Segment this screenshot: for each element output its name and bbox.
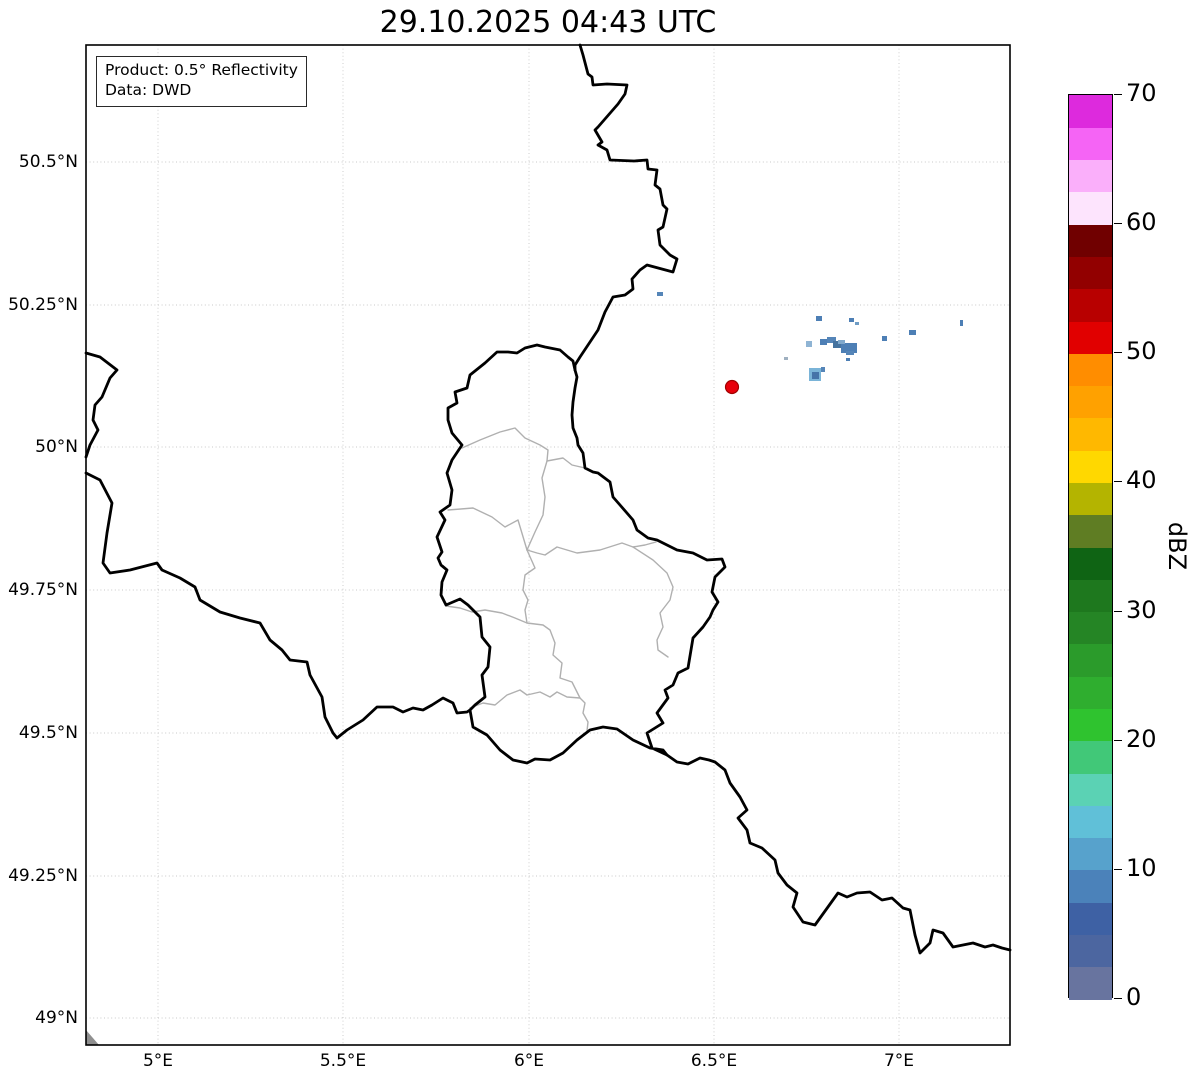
colorbar-segment: [1069, 288, 1112, 322]
colorbar-segment: [1069, 934, 1112, 968]
radar-echo-pixel: [960, 320, 963, 326]
colorbar-unit-label: dBZ: [1163, 521, 1191, 571]
country-border: [573, 43, 679, 372]
radar-site-marker: [724, 379, 740, 395]
colorbar-tick-label: 70: [1126, 78, 1157, 107]
y-tick-label: 49.75°N: [8, 580, 78, 600]
region-border: [469, 689, 581, 709]
colorbar-segment: [1069, 224, 1112, 258]
y-tick-label: 49°N: [35, 1008, 78, 1028]
radar-echo-pixel: [846, 358, 850, 361]
colorbar-segment: [1069, 353, 1112, 387]
radar-echo-pixel: [657, 292, 663, 296]
colorbar-segment: [1069, 611, 1112, 645]
colorbar-segment: [1069, 127, 1112, 161]
y-tick-label: 49.5°N: [18, 723, 78, 743]
corner-border-patch: [86, 1030, 99, 1045]
radar-echo-pixel: [846, 351, 854, 355]
radar-echo-pixel: [784, 357, 788, 360]
colorbar-segment: [1069, 417, 1112, 451]
colorbar-tick-mark: [1114, 610, 1122, 612]
colorbar-segment: [1069, 643, 1112, 677]
radar-echo-pixel: [849, 318, 854, 322]
radar-echo-pixel: [882, 336, 887, 341]
colorbar-tick-mark: [1114, 868, 1122, 870]
colorbar-segment: [1069, 902, 1112, 936]
colorbar-segment: [1069, 321, 1112, 354]
radar-echo-pixel: [821, 367, 825, 372]
colorbar-tick-mark: [1114, 223, 1122, 225]
colorbar-segment: [1069, 579, 1112, 613]
radar-echo-pixel: [820, 339, 827, 345]
radar-echo-pixel: [806, 341, 812, 347]
region-border: [445, 605, 528, 624]
colorbar-segment: [1069, 385, 1112, 419]
colorbar-segment: [1069, 159, 1112, 193]
colorbar-segment: [1069, 482, 1112, 516]
colorbar-tick-label: 20: [1126, 724, 1157, 753]
colorbar-tick-mark: [1114, 94, 1122, 95]
x-tick-label: 6.5°E: [690, 1051, 738, 1071]
country-border: [84, 351, 119, 459]
radar-echo-pixel: [838, 340, 845, 344]
radar-echo-pixel: [812, 372, 819, 379]
colorbar-tick-label: 50: [1126, 337, 1157, 366]
product-info-box: Product: 0.5° Reflectivity Data: DWD: [96, 56, 307, 107]
region-border: [447, 507, 528, 551]
colorbar-tick-label: 30: [1126, 595, 1157, 624]
colorbar-segment: [1069, 837, 1112, 871]
map-canvas: [84, 43, 1012, 1046]
colorbar-segment: [1069, 256, 1112, 290]
colorbar-tick-label: 40: [1126, 466, 1157, 495]
colorbar-tick-mark: [1114, 739, 1122, 741]
colorbar-segment: [1069, 708, 1112, 742]
colorbar-tick-label: 10: [1126, 853, 1157, 882]
radar-echo-pixel: [855, 322, 859, 325]
x-tick-label: 5°E: [142, 1051, 174, 1071]
x-tick-label: 6°E: [513, 1051, 545, 1071]
region-border: [461, 427, 594, 473]
region-border: [526, 460, 548, 551]
colorbar-segment: [1069, 95, 1112, 128]
colorbar-segment: [1069, 450, 1112, 484]
region-border: [632, 546, 674, 658]
colorbar-segment: [1069, 191, 1112, 225]
radar-figure: 29.10.2025 04:43 UTC Product: 0.5° Refle…: [0, 0, 1202, 1081]
plot-frame: [85, 44, 1011, 1046]
colorbar-tick-mark: [1114, 352, 1122, 354]
y-tick-label: 49.25°N: [8, 866, 78, 886]
colorbar-tick-mark: [1114, 481, 1122, 483]
y-tick-label: 50°N: [35, 437, 78, 457]
region-border: [522, 549, 589, 732]
colorbar-segment: [1069, 773, 1112, 806]
country-border: [665, 753, 1012, 955]
colorbar-tick-label: 0: [1126, 982, 1142, 1011]
y-tick-label: 50.25°N: [8, 295, 78, 315]
country-border: [435, 343, 727, 765]
x-tick-label: 7°E: [883, 1051, 915, 1071]
colorbar-tick-mark: [1114, 998, 1122, 999]
colorbar-segment: [1069, 740, 1112, 774]
colorbar-segment: [1069, 514, 1112, 548]
colorbar-segment: [1069, 676, 1112, 710]
region-border: [526, 541, 657, 556]
product-line: Product: 0.5° Reflectivity: [105, 61, 298, 79]
radar-echo-pixel: [909, 330, 916, 335]
radar-echo-pixel: [816, 316, 822, 321]
colorbar: [1068, 94, 1113, 1000]
y-tick-label: 50.5°N: [18, 152, 78, 172]
colorbar-tick-label: 60: [1126, 208, 1157, 237]
x-tick-label: 5.5°E: [319, 1051, 367, 1071]
data-source-line: Data: DWD: [105, 81, 192, 100]
colorbar-segment: [1069, 547, 1112, 580]
country-border: [84, 471, 472, 740]
colorbar-segment: [1069, 966, 1112, 1000]
colorbar-segment: [1069, 869, 1112, 903]
colorbar-segment: [1069, 805, 1112, 839]
